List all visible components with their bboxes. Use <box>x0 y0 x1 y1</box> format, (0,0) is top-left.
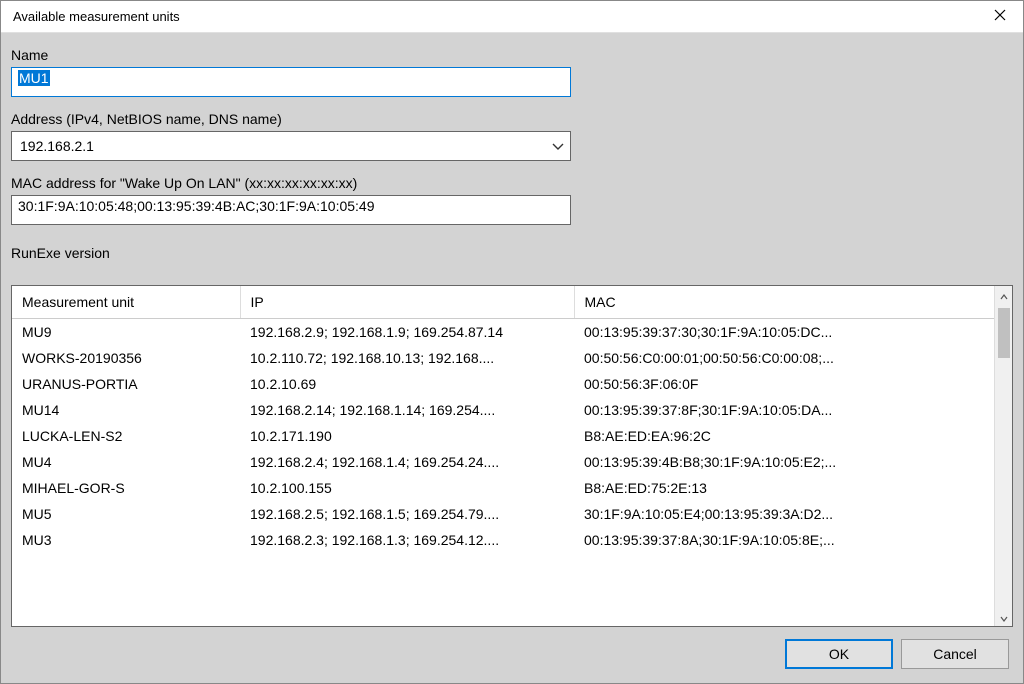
scroll-up-button[interactable] <box>995 286 1012 304</box>
cell-mac: 30:1F:9A:10:05:E4;00:13:95:39:3A:D2... <box>574 501 994 527</box>
cell-mac: 00:13:95:39:37:8A;30:1F:9A:10:05:8E;... <box>574 527 994 553</box>
cancel-button[interactable]: Cancel <box>901 639 1009 669</box>
cell-mu: MU14 <box>12 397 240 423</box>
cell-ip: 192.168.2.5; 192.168.1.5; 169.254.79.... <box>240 501 574 527</box>
cell-ip: 10.2.171.190 <box>240 423 574 449</box>
col-header-ip[interactable]: IP <box>240 286 574 319</box>
chevron-down-icon <box>1000 610 1008 625</box>
cell-mac: 00:50:56:C0:00:01;00:50:56:C0:00:08;... <box>574 345 994 371</box>
mac-field-row: MAC address for "Wake Up On LAN" (xx:xx:… <box>11 175 1013 225</box>
chevron-up-icon <box>1000 288 1008 303</box>
name-input-value: MU1 <box>18 70 50 86</box>
address-label: Address (IPv4, NetBIOS name, DNS name) <box>11 111 1013 127</box>
cell-mac: B8:AE:ED:75:2E:13 <box>574 475 994 501</box>
cell-mu: MU3 <box>12 527 240 553</box>
table-row[interactable]: LUCKA-LEN-S210.2.171.190B8:AE:ED:EA:96:2… <box>12 423 994 449</box>
dialog-content: Name MU1 Address (IPv4, NetBIOS name, DN… <box>1 33 1023 683</box>
scroll-thumb[interactable] <box>998 308 1010 358</box>
units-table: Measurement unit IP MAC MU9192.168.2.9; … <box>12 286 994 553</box>
ok-button[interactable]: OK <box>785 639 893 669</box>
close-button[interactable] <box>977 1 1023 33</box>
mac-input[interactable]: 30:1F:9A:10:05:48;00:13:95:39:4B:AC;30:1… <box>11 195 571 225</box>
table-fade <box>12 608 994 626</box>
scroll-down-button[interactable] <box>995 608 1012 626</box>
scroll-track[interactable] <box>995 304 1012 608</box>
address-field-row: Address (IPv4, NetBIOS name, DNS name) 1… <box>11 111 1013 161</box>
address-value: 192.168.2.1 <box>20 138 94 154</box>
dialog-footer: OK Cancel <box>11 627 1013 673</box>
cell-ip: 192.168.2.3; 192.168.1.3; 169.254.12.... <box>240 527 574 553</box>
table-row[interactable]: MU3192.168.2.3; 192.168.1.3; 169.254.12.… <box>12 527 994 553</box>
chevron-down-icon <box>552 138 564 154</box>
name-field-row: Name MU1 <box>11 47 1013 97</box>
table-header-row: Measurement unit IP MAC <box>12 286 994 319</box>
table-row[interactable]: MU14192.168.2.14; 192.168.1.14; 169.254.… <box>12 397 994 423</box>
titlebar: Available measurement units <box>1 1 1023 33</box>
units-table-wrap: Measurement unit IP MAC MU9192.168.2.9; … <box>11 285 1013 627</box>
cell-ip: 10.2.110.72; 192.168.10.13; 192.168.... <box>240 345 574 371</box>
cell-mu: LUCKA-LEN-S2 <box>12 423 240 449</box>
cell-mac: B8:AE:ED:EA:96:2C <box>574 423 994 449</box>
ok-button-label: OK <box>829 646 849 662</box>
cell-mac: 00:50:56:3F:06:0F <box>574 371 994 397</box>
col-header-mac[interactable]: MAC <box>574 286 994 319</box>
table-row[interactable]: MU4192.168.2.4; 192.168.1.4; 169.254.24.… <box>12 449 994 475</box>
table-row[interactable]: WORKS-2019035610.2.110.72; 192.168.10.13… <box>12 345 994 371</box>
name-label: Name <box>11 47 1013 63</box>
vertical-scrollbar[interactable] <box>994 286 1012 626</box>
cell-mac: 00:13:95:39:37:8F;30:1F:9A:10:05:DA... <box>574 397 994 423</box>
col-header-measurement-unit[interactable]: Measurement unit <box>12 286 240 319</box>
cancel-button-label: Cancel <box>933 646 977 662</box>
cell-mu: MU9 <box>12 319 240 345</box>
table-row[interactable]: URANUS-PORTIA10.2.10.6900:50:56:3F:06:0F <box>12 371 994 397</box>
table-row[interactable]: MU9192.168.2.9; 192.168.1.9; 169.254.87.… <box>12 319 994 345</box>
cell-mac: 00:13:95:39:4B:B8;30:1F:9A:10:05:E2;... <box>574 449 994 475</box>
name-input[interactable]: MU1 <box>11 67 571 97</box>
window-title: Available measurement units <box>13 9 180 24</box>
cell-mu: WORKS-20190356 <box>12 345 240 371</box>
close-icon <box>994 9 1006 24</box>
runexe-label: RunExe version <box>11 245 1013 261</box>
cell-ip: 192.168.2.14; 192.168.1.14; 169.254.... <box>240 397 574 423</box>
cell-mu: MIHAEL-GOR-S <box>12 475 240 501</box>
cell-ip: 10.2.10.69 <box>240 371 574 397</box>
table-row[interactable]: MIHAEL-GOR-S10.2.100.155B8:AE:ED:75:2E:1… <box>12 475 994 501</box>
cell-mu: MU4 <box>12 449 240 475</box>
table-row[interactable]: MU5192.168.2.5; 192.168.1.5; 169.254.79.… <box>12 501 994 527</box>
units-table-scroll: Measurement unit IP MAC MU9192.168.2.9; … <box>12 286 994 626</box>
cell-mu: URANUS-PORTIA <box>12 371 240 397</box>
mac-input-value: 30:1F:9A:10:05:48;00:13:95:39:4B:AC;30:1… <box>18 198 375 214</box>
cell-ip: 10.2.100.155 <box>240 475 574 501</box>
cell-mu: MU5 <box>12 501 240 527</box>
cell-mac: 00:13:95:39:37:30;30:1F:9A:10:05:DC... <box>574 319 994 345</box>
mac-label: MAC address for "Wake Up On LAN" (xx:xx:… <box>11 175 1013 191</box>
address-combobox[interactable]: 192.168.2.1 <box>11 131 571 161</box>
cell-ip: 192.168.2.4; 192.168.1.4; 169.254.24.... <box>240 449 574 475</box>
cell-ip: 192.168.2.9; 192.168.1.9; 169.254.87.14 <box>240 319 574 345</box>
